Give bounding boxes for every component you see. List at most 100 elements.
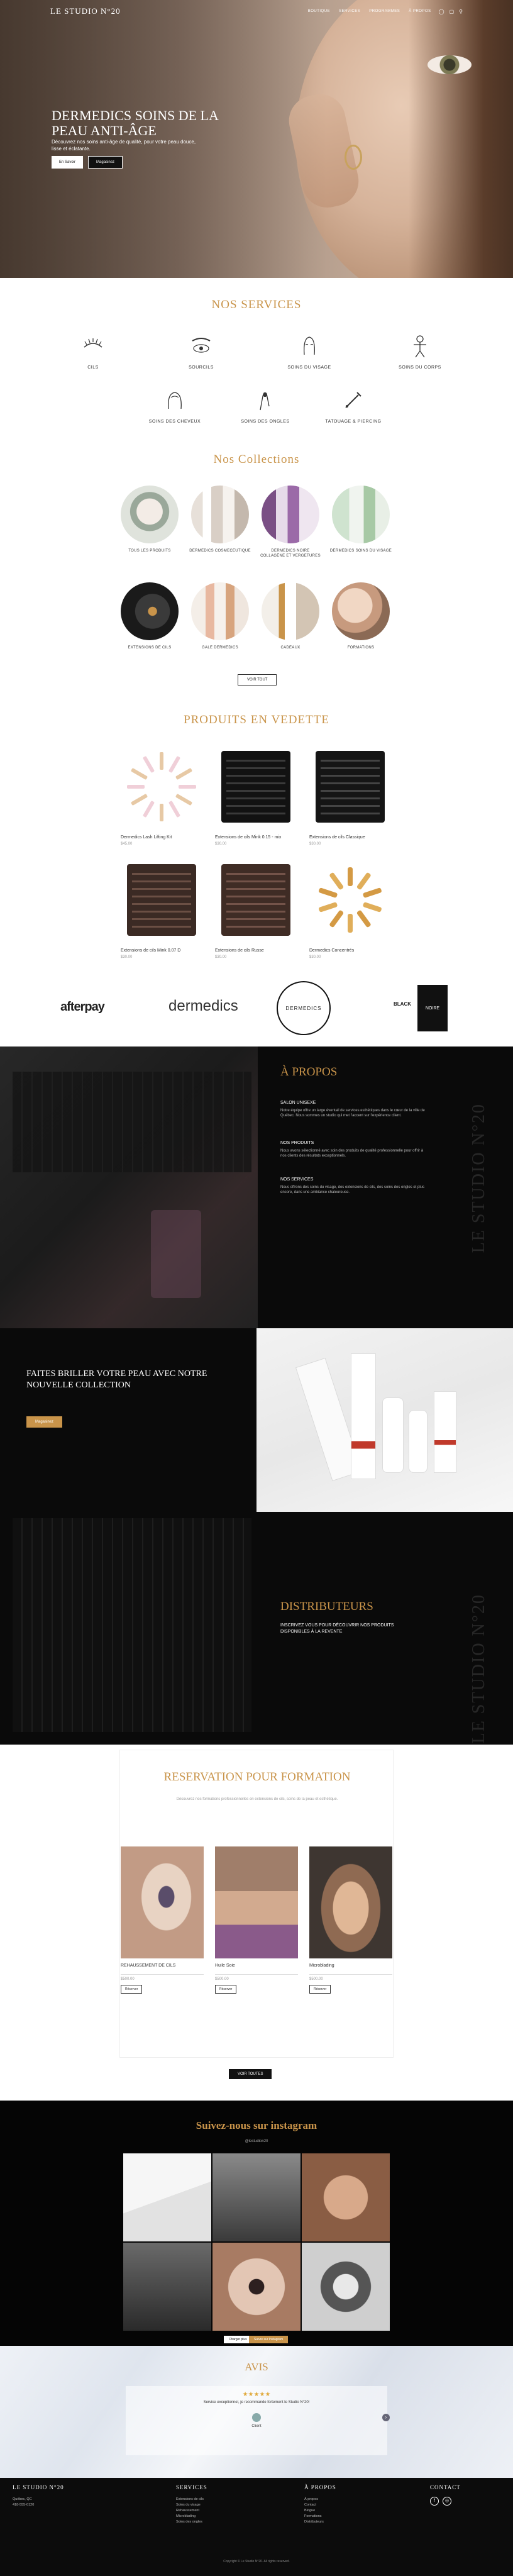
instagram-follow-button[interactable]: Suivre sur Instagram [249,2336,289,2343]
footer-heading: À PROPOS [304,2484,336,2490]
footer-link[interactable]: Soins des ongles [176,2519,207,2525]
nav-link-programmes[interactable]: PROGRAMMES [369,9,400,13]
collection-item[interactable]: DERMEDICS COSMECEUTIQUE [189,486,251,553]
search-icon[interactable]: ⚲ [459,9,463,14]
hero-learn-button[interactable]: En Savoir [52,156,84,169]
collection-item[interactable]: DERMEDICS SOINS DU VISAGE [329,486,392,553]
promo-shop-button[interactable]: Magasinez [26,1416,63,1428]
facebook-icon[interactable]: f [430,2497,439,2506]
training-book-button[interactable]: Réserver [215,1985,237,1994]
collection-item[interactable]: TOUS LES PRODUITS [118,486,181,553]
instagram-post[interactable] [302,2153,390,2241]
nav-link-apropos[interactable]: À PROPOS [409,9,431,13]
product-image [309,746,391,828]
rating-stars-icon: ★★★★★ [242,2391,271,2398]
service-visage[interactable]: SOINS DU VISAGE [272,333,347,370]
training-card[interactable]: REHAUSSEMENT DE CILS $500.00 Réserver [121,1846,204,1994]
hero-eye [428,55,472,74]
face-icon [304,336,315,355]
product-price: $45.00 [121,842,133,846]
training-title: RESERVATION POUR FORMATION [163,1770,351,1784]
product-image [121,859,202,941]
about-title: À PROPOS [280,1065,338,1079]
collections-view-all-button[interactable]: VOIR TOUT [238,674,277,686]
collection-item[interactable]: EXTENSIONS DE CILS [118,582,181,650]
product-card[interactable]: Extensions de cils Russe $30.00 [215,859,297,959]
instagram-icon[interactable]: ◎ [443,2497,451,2506]
collection-item[interactable]: GALE DERMEDICS [189,582,251,650]
training-book-button[interactable]: Réserver [309,1985,331,1994]
seal-text: DERMEDICS [285,1005,322,1011]
service-tatouage[interactable]: TATOUAGE & PIERCING [316,387,391,424]
instagram-handle[interactable]: @lestudion20 [0,2140,513,2143]
user-icon[interactable]: ◯ [439,9,444,14]
instagram-post[interactable] [123,2243,211,2331]
footer-heading: CONTACT [430,2484,461,2490]
service-corps[interactable]: SOINS DU CORPS [382,333,458,370]
review-card: ★★★★★ Service exceptionnel, je recommand… [126,2386,387,2455]
instagram-section: Suivez-nous sur instagram @lestudion20 C… [0,2101,513,2346]
footer-heading: LE STUDIO N°20 [13,2484,64,2490]
footer-link[interactable]: Formations [304,2514,336,2519]
afterpay-logo: afterpay [60,1000,105,1014]
footer-phone[interactable]: 418-555-0120 [13,2502,64,2508]
service-label: SOURCILS [189,365,214,370]
social-icons: f ◎ [430,2497,461,2506]
footer-link[interactable]: Distributeurs [304,2519,336,2525]
training-price: $500.00 [309,1977,323,1981]
product-price: $30.00 [121,955,133,959]
brand-logo[interactable]: LE STUDIO N°20 [50,6,121,16]
cart-icon[interactable]: ▢ [450,9,455,14]
reviews-title: AVIS [245,2361,268,2373]
footer-link[interactable]: Blogue [304,2508,336,2514]
collection-item[interactable]: DERMEDICS NOIRE COLLAGÈNE ET VERGETURES [259,486,322,558]
service-cils[interactable]: CILS [55,333,131,370]
product-card[interactable]: Dermedics Concentrés $30.00 [309,859,391,959]
product-price: $30.00 [309,955,321,959]
collection-item[interactable]: CADEAUX [259,582,322,650]
footer-link[interactable]: Soins du visage [176,2502,207,2508]
footer-link[interactable]: Rehaussement [176,2508,207,2514]
product-name: Dermedics Concentrés [309,948,355,953]
instagram-post[interactable] [212,2243,301,2331]
distributors-image [13,1518,251,1732]
products-title: PRODUITS EN VEDETTE [184,713,329,726]
product-card[interactable]: Dermedics Lash Lifting Kit $45.00 [121,746,202,846]
training-view-all-button[interactable]: VOIR TOUTES [229,2069,272,2079]
collection-label: DERMEDICS SOINS DU VISAGE [329,549,392,553]
training-card[interactable]: Microblading $500.00 Réserver [309,1846,392,1994]
service-ongles[interactable]: SOINS DES ONGLES [228,387,303,424]
product-card[interactable]: Extensions de cils Mink 0.07 D $30.00 [121,859,202,959]
eyebrow-icon [192,338,211,353]
instagram-post[interactable] [212,2153,301,2241]
top-navigation: LE STUDIO N°20 BOUTIQUE SERVICES PROGRAM… [0,0,513,23]
training-card[interactable]: Huile Soie $500.00 Réserver [215,1846,298,1994]
instagram-load-more-button[interactable]: Charger plus [224,2336,252,2343]
promo-image [256,1328,513,1512]
service-label: SOINS DES CHEVEUX [148,419,201,424]
product-card[interactable]: Extensions de cils Classique $30.00 [309,746,391,846]
collection-label: DERMEDICS COSMECEUTIQUE [189,549,251,553]
hero-shop-button[interactable]: Magasinez [88,156,123,169]
review-next-arrow-icon[interactable]: › [382,2414,390,2421]
footer-column-about: À PROPOS À propos Contact Blogue Formati… [304,2484,336,2525]
instagram-post[interactable] [123,2153,211,2241]
training-book-button[interactable]: Réserver [121,1985,143,1994]
training-description: Découvrez nos formations professionnelle… [176,1797,338,1801]
nav-link-boutique[interactable]: BOUTIQUE [308,9,330,13]
collection-image [191,582,249,640]
collection-item[interactable]: FORMATIONS [329,582,392,650]
product-card[interactable]: Extensions de cils Mink 0.15 - mix $30.0… [215,746,297,846]
footer-link[interactable]: Extensions de cils [176,2497,207,2502]
nav-link-services[interactable]: SERVICES [339,9,360,13]
service-sourcils[interactable]: SOURCILS [163,333,239,370]
hair-icon [168,392,182,409]
about-block: NOS SERVICES Nous offrons des soins du v… [280,1177,425,1195]
footer-link[interactable]: Microblading [176,2514,207,2519]
services-title: NOS SERVICES [211,298,302,311]
instagram-post[interactable] [302,2243,390,2331]
footer-link[interactable]: Contact [304,2502,336,2508]
about-section: À PROPOS SALON UNISEXE Notre équipe offr… [0,1046,513,1328]
service-cheveux[interactable]: SOINS DES CHEVEUX [137,387,212,424]
footer-link[interactable]: À propos [304,2497,336,2502]
